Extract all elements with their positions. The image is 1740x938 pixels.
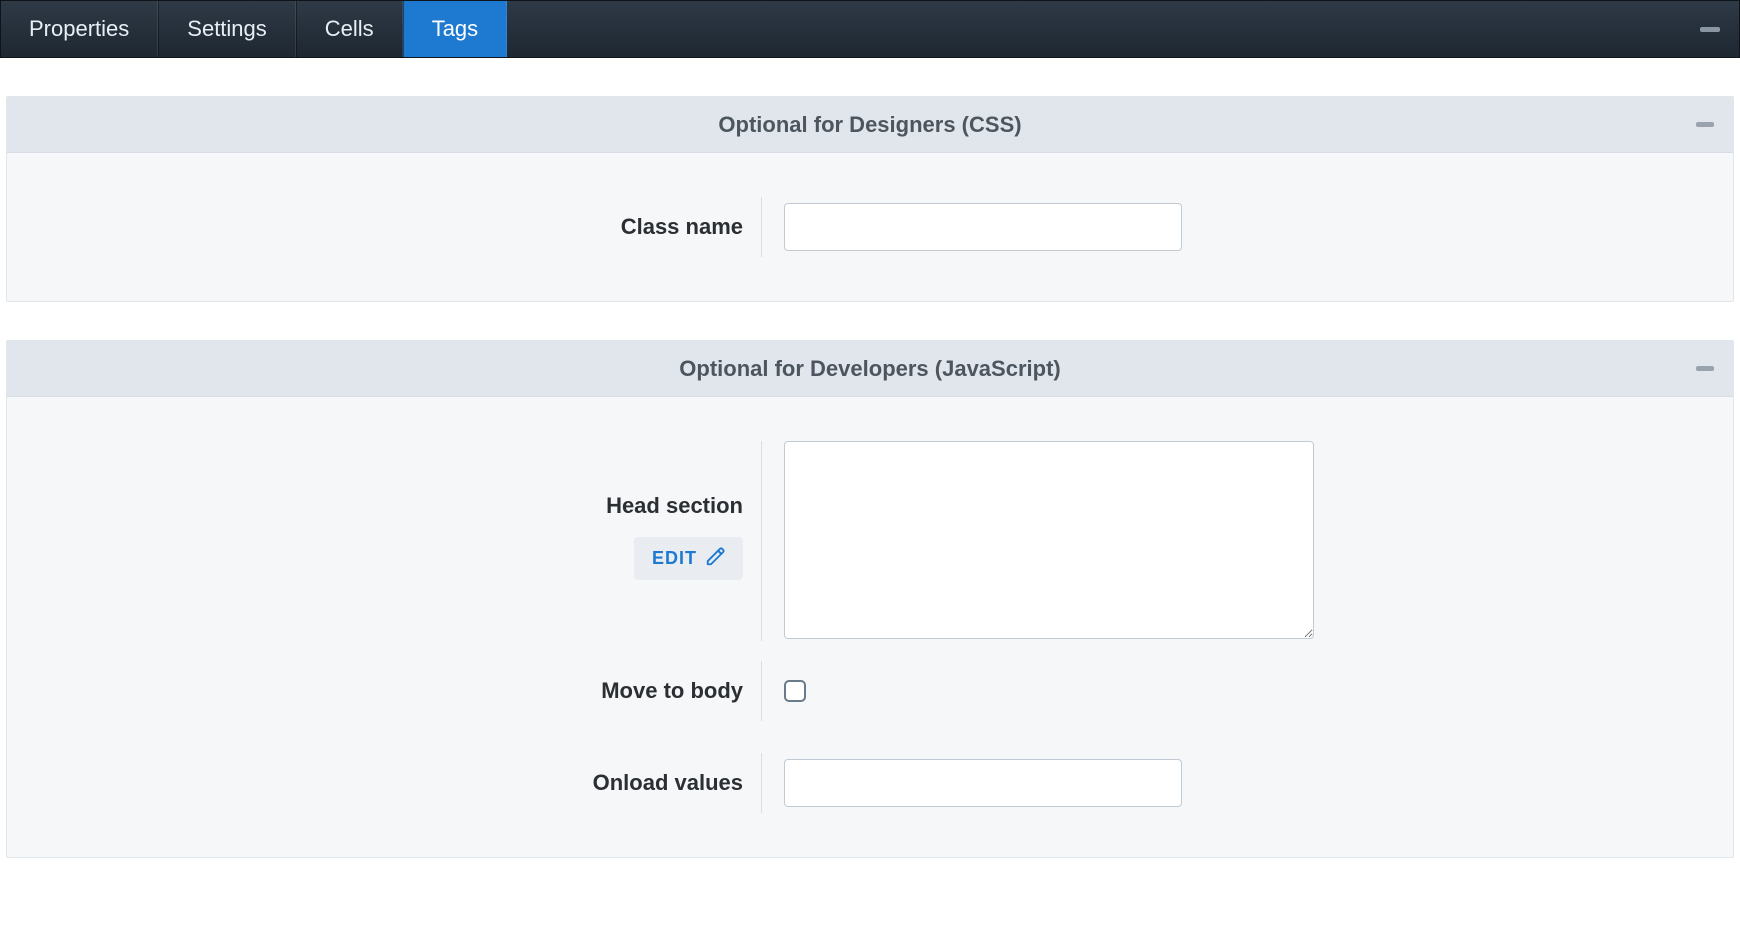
field-move-to-body: Move to body	[7, 651, 1733, 731]
minus-icon	[1696, 366, 1714, 371]
tab-cells[interactable]: Cells	[296, 1, 403, 57]
edit-button-label: EDIT	[652, 548, 697, 569]
field-label-col: Head section EDIT	[7, 441, 762, 641]
field-class-name: Class name	[7, 187, 1733, 267]
field-label-col: Onload values	[7, 753, 762, 813]
tab-label: Cells	[325, 16, 374, 42]
panel-developers: Optional for Developers (JavaScript) Hea…	[6, 340, 1734, 858]
tab-label: Properties	[29, 16, 129, 42]
field-input-col	[762, 441, 1733, 639]
class-name-input[interactable]	[784, 203, 1182, 251]
panel-designers-header: Optional for Designers (CSS)	[7, 97, 1733, 153]
edit-head-section-button[interactable]: EDIT	[634, 537, 743, 580]
field-input-col	[762, 661, 1733, 721]
panel-designers: Optional for Designers (CSS) Class name	[6, 96, 1734, 302]
panel-developers-body: Head section EDIT	[7, 397, 1733, 857]
panel-developers-header: Optional for Developers (JavaScript)	[7, 341, 1733, 397]
field-label: Class name	[621, 214, 743, 240]
onload-values-input[interactable]	[784, 759, 1182, 807]
move-to-body-checkbox[interactable]	[784, 680, 806, 702]
field-input-col	[762, 197, 1733, 257]
panel-title: Optional for Designers (CSS)	[718, 112, 1021, 138]
tab-properties[interactable]: Properties	[1, 1, 158, 57]
tab-tags[interactable]: Tags	[403, 1, 507, 57]
tab-bar: Properties Settings Cells Tags	[0, 0, 1740, 58]
field-label: Onload values	[593, 770, 743, 796]
minus-icon	[1696, 122, 1714, 127]
collapse-designers-button[interactable]	[1693, 113, 1717, 137]
tab-label: Tags	[432, 16, 478, 42]
panel-title: Optional for Developers (JavaScript)	[679, 356, 1060, 382]
tab-settings[interactable]: Settings	[158, 1, 296, 57]
field-label-col: Class name	[7, 197, 762, 257]
pencil-icon	[705, 545, 727, 572]
tab-label: Settings	[187, 16, 267, 42]
field-input-col	[762, 753, 1733, 813]
collapse-developers-button[interactable]	[1693, 357, 1717, 381]
collapse-topbar-button[interactable]	[1697, 16, 1723, 42]
panel-designers-body: Class name	[7, 153, 1733, 301]
head-section-textarea[interactable]	[784, 441, 1314, 639]
minus-icon	[1700, 27, 1720, 32]
field-label-col: Move to body	[7, 661, 762, 721]
field-head-section: Head section EDIT	[7, 431, 1733, 651]
field-label: Move to body	[601, 678, 743, 704]
field-onload-values: Onload values	[7, 743, 1733, 823]
field-label: Head section	[606, 493, 743, 519]
